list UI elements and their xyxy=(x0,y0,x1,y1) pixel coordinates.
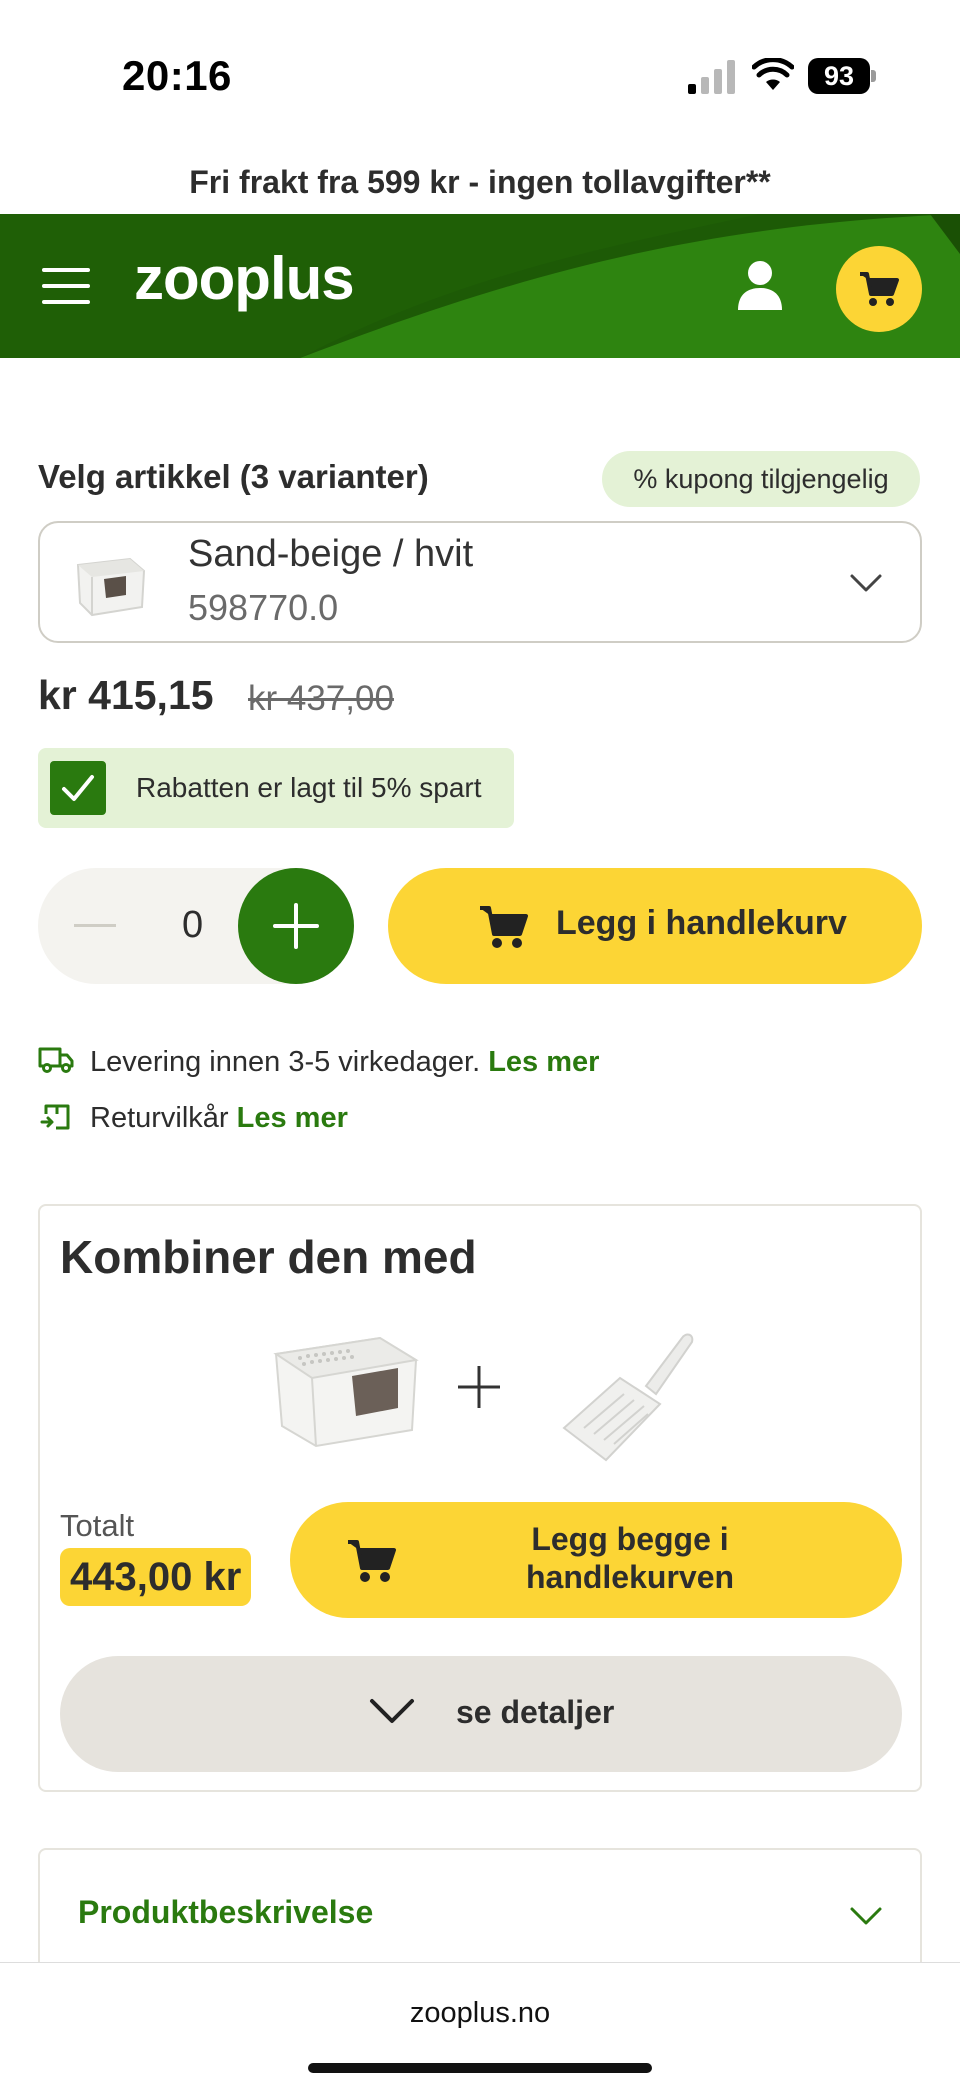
battery-level: 93 xyxy=(808,58,870,94)
add-both-to-cart-button[interactable]: Legg begge i handlekurven xyxy=(290,1502,902,1618)
header-cart-button[interactable] xyxy=(836,246,922,332)
returns-read-more-link[interactable]: Les mer xyxy=(237,1102,348,1134)
delivery-read-more-link[interactable]: Les mer xyxy=(488,1046,599,1078)
browser-address-bar: zooplus.no xyxy=(0,1962,960,2087)
signal-icon xyxy=(688,60,735,94)
add-to-cart-label: Legg i handlekurv xyxy=(556,904,847,942)
variant-name: Sand-beige / hvit xyxy=(188,533,474,575)
quantity-value[interactable]: 0 xyxy=(182,904,203,947)
variant-number: 598770.0 xyxy=(188,587,339,628)
delivery-text: Levering innen 3-5 virkedager. xyxy=(90,1046,481,1078)
status-time: 20:16 xyxy=(122,52,232,99)
increase-quantity-button[interactable] xyxy=(238,868,354,984)
quantity-stepper: 0 xyxy=(38,868,354,984)
original-price: kr 437,00 xyxy=(248,679,394,718)
variant-thumbnail xyxy=(76,557,146,617)
product-description-title: Produktbeskrivelse xyxy=(78,1894,374,1930)
add-both-label: Legg begge i handlekurven xyxy=(460,1520,800,1596)
total-label: Totalt xyxy=(60,1508,135,1543)
see-details-button[interactable]: se detaljer xyxy=(60,1656,902,1772)
combine-title: Kombiner den med xyxy=(60,1231,477,1283)
delivery-truck-icon xyxy=(38,1047,74,1073)
chevron-down-icon xyxy=(370,1699,414,1723)
checkbox-checked-icon xyxy=(50,761,106,815)
variant-dropdown[interactable]: Sand-beige / hvit 598770.0 xyxy=(38,521,922,643)
cart-icon xyxy=(348,1540,396,1582)
add-both-label-line1: Legg begge i xyxy=(531,1521,729,1557)
browser-url[interactable]: zooplus.no xyxy=(0,1997,960,2030)
add-both-label-line2: handlekurven xyxy=(525,1559,735,1595)
variant-label: Velg artikkel (3 varianter) xyxy=(38,458,429,495)
hamburger-menu-icon[interactable] xyxy=(42,268,90,304)
user-account-icon[interactable] xyxy=(736,260,784,312)
returns-info: Returvilkår Les mer xyxy=(38,1100,638,1140)
plus-icon xyxy=(458,1366,500,1408)
add-to-cart-button[interactable]: Legg i handlekurv xyxy=(388,868,922,984)
total-price: 443,00 kr xyxy=(60,1548,252,1606)
combine-offer-card: Kombiner den med Totalt 443,00 kr Legg b… xyxy=(38,1204,922,1792)
litter-box-product-image[interactable] xyxy=(270,1318,420,1454)
delivery-info: Levering innen 3-5 virkedager. Les mer xyxy=(38,1044,638,1084)
coupon-badge[interactable]: % kupong tilgjengelig xyxy=(602,451,920,507)
battery-icon: 93 xyxy=(808,58,876,94)
plus-icon xyxy=(273,903,319,949)
see-details-label: se detaljer xyxy=(456,1694,615,1730)
zooplus-logo[interactable]: zooplus xyxy=(134,244,355,313)
status-bar: 20:16 93 xyxy=(0,0,960,150)
minus-icon[interactable] xyxy=(74,924,116,927)
litter-scoop-product-image[interactable] xyxy=(550,1324,700,1464)
wifi-icon xyxy=(752,58,794,90)
home-indicator[interactable] xyxy=(308,2063,652,2073)
return-icon xyxy=(40,1104,70,1130)
chevron-down-icon xyxy=(850,574,882,592)
cart-icon xyxy=(860,272,899,306)
chevron-down-icon xyxy=(850,1907,882,1925)
discount-text: Rabatten er lagt til 5% spart xyxy=(136,772,482,803)
cart-icon xyxy=(480,906,528,948)
discount-notice: Rabatten er lagt til 5% spart xyxy=(38,748,514,828)
current-price: kr 415,15 xyxy=(38,672,214,718)
returns-text: Returvilkår xyxy=(90,1102,229,1134)
promo-banner[interactable]: Fri frakt fra 599 kr - ingen tollavgifte… xyxy=(0,150,960,214)
site-header: zooplus xyxy=(0,214,960,358)
